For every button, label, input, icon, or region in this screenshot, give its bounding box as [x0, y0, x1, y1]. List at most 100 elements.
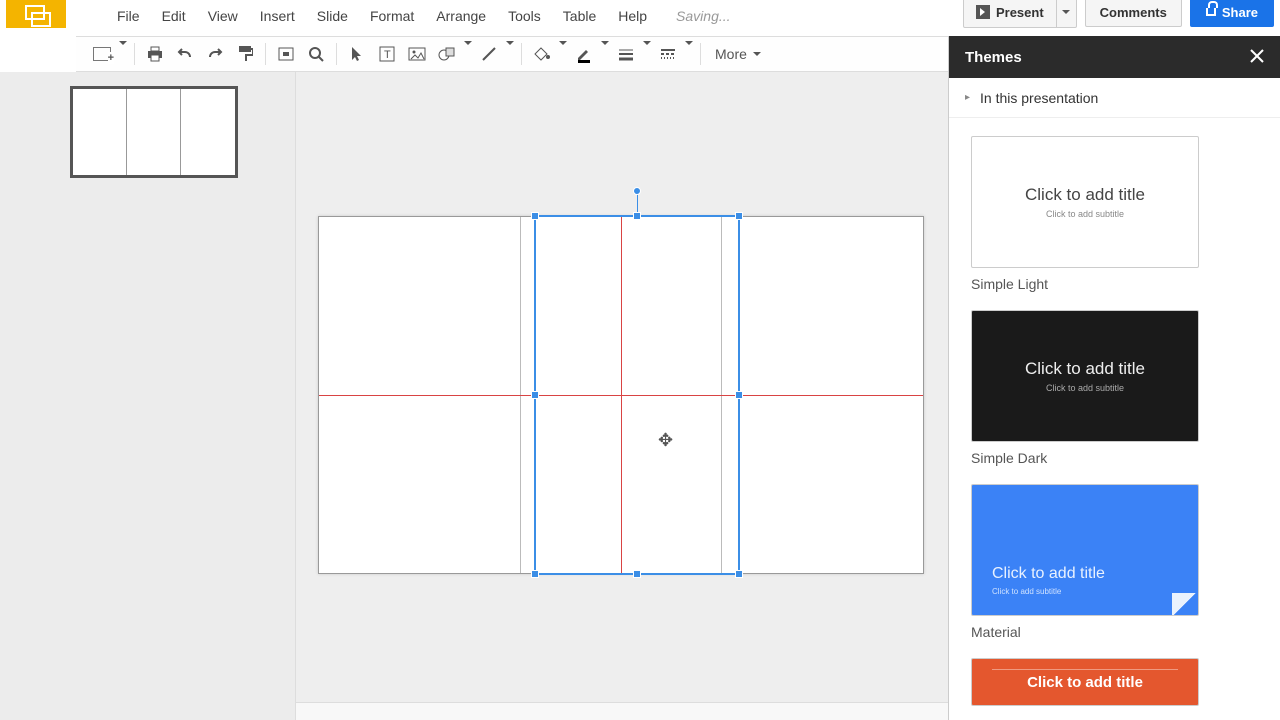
menu-tools[interactable]: Tools: [497, 8, 552, 24]
play-icon: [976, 5, 990, 19]
theme-preview-subtitle: Click to add subtitle: [992, 587, 1061, 596]
redo-button[interactable]: [201, 40, 229, 68]
zoom-button[interactable]: [302, 40, 330, 68]
menu-slide[interactable]: Slide: [306, 8, 359, 24]
themes-panel: Themes ▸ In this presentation Click to a…: [948, 36, 1280, 720]
move-cursor-icon: ✥: [658, 430, 673, 451]
line-dash-icon: [659, 47, 677, 61]
menu-help[interactable]: Help: [607, 8, 658, 24]
new-slide-button[interactable]: [88, 40, 116, 68]
menu-edit[interactable]: Edit: [151, 8, 197, 24]
resize-handle-se[interactable]: [735, 570, 743, 578]
textbox-icon: T: [379, 46, 395, 62]
resize-handle-w[interactable]: [531, 391, 539, 399]
close-button[interactable]: [1250, 47, 1264, 68]
menu-table[interactable]: Table: [552, 8, 607, 24]
close-icon: [1250, 49, 1264, 63]
share-label: Share: [1222, 5, 1258, 20]
menu-format[interactable]: Format: [359, 8, 425, 24]
line-color-button[interactable]: [570, 40, 598, 68]
theme-preview-subtitle: Click to add subtitle: [1046, 209, 1124, 219]
resize-handle-ne[interactable]: [735, 212, 743, 220]
line-dash-button[interactable]: [654, 40, 682, 68]
image-icon: [408, 47, 426, 61]
paint-bucket-icon: [533, 46, 551, 62]
new-slide-icon: [93, 47, 111, 61]
theme-swiss[interactable]: Click to add title: [971, 658, 1199, 706]
canvas-area[interactable]: ✥: [296, 72, 948, 720]
selected-shape[interactable]: [534, 215, 740, 575]
app-logo[interactable]: [0, 0, 76, 32]
resize-handle-nw[interactable]: [531, 212, 539, 220]
menu-insert[interactable]: Insert: [249, 8, 306, 24]
comments-button[interactable]: Comments: [1085, 0, 1182, 27]
resize-handle-s[interactable]: [633, 570, 641, 578]
chevron-down-icon: [464, 41, 472, 62]
resize-handle-e[interactable]: [735, 391, 743, 399]
theme-simple-light[interactable]: Click to add title Click to add subtitle: [971, 136, 1199, 268]
chevron-down-icon: [1062, 10, 1070, 14]
theme-preview-title: Click to add title: [1027, 674, 1143, 691]
svg-text:T: T: [384, 49, 391, 61]
theme-preview-subtitle: Click to add subtitle: [1046, 383, 1124, 393]
shape-icon: [438, 46, 456, 62]
resize-handle-n[interactable]: [633, 212, 641, 220]
menu-view[interactable]: View: [197, 8, 249, 24]
themes-panel-title: Themes: [965, 49, 1022, 66]
present-dropdown[interactable]: [1056, 0, 1076, 27]
chevron-right-icon: ▸: [965, 92, 970, 103]
slide-thumbnail-1[interactable]: [70, 86, 238, 178]
theme-preview-title: Click to add title: [992, 565, 1105, 583]
in-this-presentation-label: In this presentation: [980, 90, 1098, 106]
cursor-icon: [350, 46, 364, 62]
present-label: Present: [996, 5, 1044, 20]
paint-format-button[interactable]: [231, 40, 259, 68]
lock-icon: [1206, 8, 1216, 16]
rotate-stem: [637, 193, 638, 213]
theme-label-material: Material: [971, 624, 1258, 640]
theme-preview-title: Click to add title: [1025, 359, 1145, 379]
line-weight-button[interactable]: [612, 40, 640, 68]
toolbar-more[interactable]: More: [707, 46, 769, 62]
menu-file[interactable]: File: [106, 8, 151, 24]
printer-icon: [146, 46, 164, 62]
resize-handle-sw[interactable]: [531, 570, 539, 578]
theme-simple-dark[interactable]: Click to add title Click to add subtitle: [971, 310, 1199, 442]
chevron-down-icon: [119, 41, 127, 62]
line-dropdown[interactable]: [505, 45, 515, 63]
shape-dropdown[interactable]: [463, 45, 473, 63]
chevron-down-icon: [506, 41, 514, 62]
theme-label-simple-light: Simple Light: [971, 276, 1258, 292]
zoom-fit-button[interactable]: [272, 40, 300, 68]
magnifier-icon: [308, 46, 324, 62]
rotate-handle[interactable]: [633, 187, 641, 195]
select-tool[interactable]: [343, 40, 371, 68]
saving-status: Saving...: [658, 8, 730, 24]
line-dash-dropdown[interactable]: [684, 45, 694, 63]
undo-button[interactable]: [171, 40, 199, 68]
speaker-notes-bar[interactable]: [296, 702, 948, 720]
redo-icon: [206, 47, 224, 61]
page-curl-icon: [1172, 593, 1198, 615]
fill-color-dropdown[interactable]: [558, 45, 568, 63]
new-slide-dropdown[interactable]: [118, 45, 128, 63]
shape-tool[interactable]: [433, 40, 461, 68]
slide-filmstrip[interactable]: 1: [0, 72, 296, 720]
fill-color-button[interactable]: [528, 40, 556, 68]
line-weight-dropdown[interactable]: [642, 45, 652, 63]
chevron-down-icon: [753, 52, 761, 56]
share-button[interactable]: Share: [1190, 0, 1274, 27]
paint-roller-icon: [237, 45, 253, 63]
present-button[interactable]: Present: [964, 0, 1056, 27]
line-color-dropdown[interactable]: [600, 45, 610, 63]
in-this-presentation-row[interactable]: ▸ In this presentation: [949, 78, 1280, 118]
line-tool[interactable]: [475, 40, 503, 68]
line-icon: [480, 45, 498, 63]
textbox-tool[interactable]: T: [373, 40, 401, 68]
image-tool[interactable]: [403, 40, 431, 68]
theme-material[interactable]: Click to add title Click to add subtitle: [971, 484, 1199, 616]
menu-arrange[interactable]: Arrange: [425, 8, 497, 24]
print-button[interactable]: [141, 40, 169, 68]
chevron-down-icon: [559, 41, 567, 62]
line-weight-icon: [617, 47, 635, 61]
